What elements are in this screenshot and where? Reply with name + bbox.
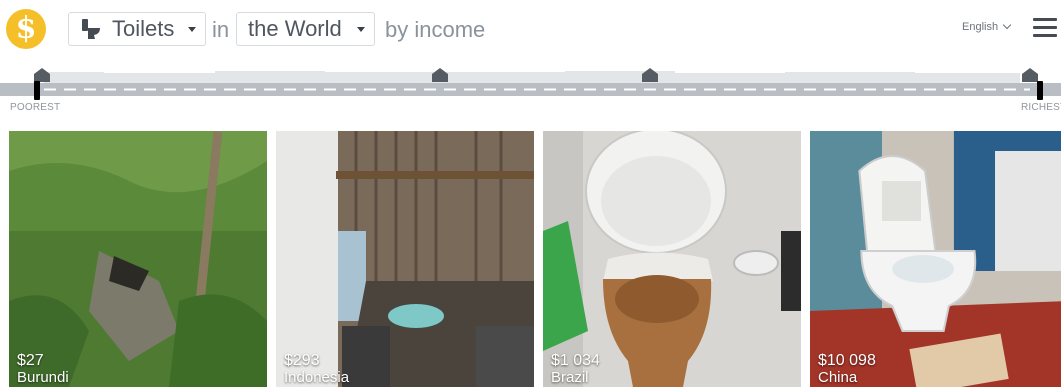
toilet-icon bbox=[82, 19, 100, 39]
income-value: $1 034 bbox=[551, 352, 600, 369]
toilet-photo bbox=[543, 131, 801, 387]
family-card[interactable]: $1 034 Brazil bbox=[543, 131, 801, 387]
chevron-down-icon bbox=[1002, 20, 1012, 30]
hamburger-icon[interactable] bbox=[1033, 18, 1057, 38]
dollar-street-logo[interactable]: $ bbox=[6, 9, 46, 49]
language-value: English bbox=[962, 21, 999, 33]
results-grid: $27 Burundi $293 Indonesia $1 034 Brazil… bbox=[9, 131, 1061, 387]
richest-label: RICHEST bbox=[1021, 102, 1061, 113]
dollar-icon: $ bbox=[15, 11, 37, 46]
range-handle-left[interactable] bbox=[34, 81, 40, 100]
house-marker-icon[interactable] bbox=[432, 68, 448, 82]
income-value: $293 bbox=[284, 352, 320, 369]
street-skyline bbox=[44, 71, 1020, 83]
thing-select[interactable]: Toilets bbox=[68, 12, 206, 46]
country-name: Indonesia bbox=[284, 369, 350, 386]
income-street[interactable] bbox=[0, 62, 1061, 118]
family-card[interactable]: $10 098 China bbox=[810, 131, 1061, 387]
country-name: Burundi bbox=[17, 369, 69, 386]
place-select-value: the World bbox=[248, 16, 342, 41]
chevron-down-icon bbox=[357, 27, 365, 32]
language-select[interactable]: English bbox=[962, 20, 1012, 33]
house-marker-icon[interactable] bbox=[642, 68, 658, 82]
family-card[interactable]: $27 Burundi bbox=[9, 131, 267, 387]
chevron-down-icon bbox=[188, 27, 196, 32]
toilet-photo bbox=[276, 131, 534, 387]
income-value: $27 bbox=[17, 352, 44, 369]
house-marker-icon[interactable] bbox=[34, 68, 50, 82]
in-label: in bbox=[212, 17, 230, 42]
toilet-photo bbox=[810, 131, 1061, 387]
by-income-label: by income bbox=[385, 17, 486, 42]
header: $ Toilets in the World by income English bbox=[0, 0, 1061, 60]
toilet-photo bbox=[9, 131, 267, 387]
income-value: $10 098 bbox=[818, 352, 876, 369]
poorest-label: POOREST bbox=[10, 102, 61, 113]
street-graphic bbox=[0, 68, 1061, 100]
family-card[interactable]: $293 Indonesia bbox=[276, 131, 534, 387]
place-select[interactable]: the World bbox=[236, 12, 375, 46]
thing-select-value: Toilets bbox=[112, 16, 175, 41]
house-marker-icon[interactable] bbox=[1022, 68, 1038, 82]
country-name: Brazil bbox=[551, 369, 589, 386]
country-name: China bbox=[818, 369, 858, 386]
range-handle-right[interactable] bbox=[1037, 81, 1043, 100]
